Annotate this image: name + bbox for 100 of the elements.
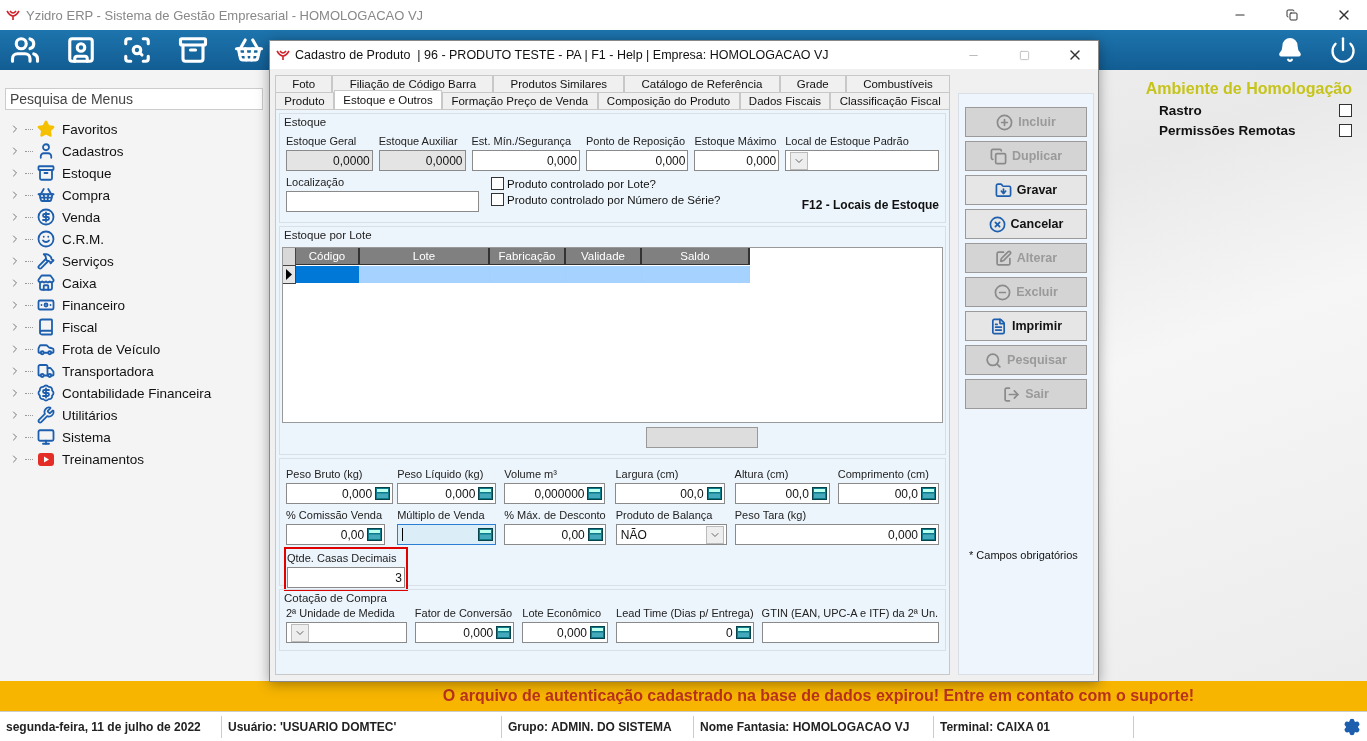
menu-item[interactable]: Venda (62, 209, 101, 225)
tab[interactable]: Formação Preço de Venda (442, 92, 598, 109)
input-field[interactable]: 0,000 (734, 524, 939, 545)
bell-icon[interactable] (1277, 37, 1303, 63)
tab[interactable]: Estoque e Outros (333, 90, 443, 109)
input-field[interactable]: 0,000 (397, 483, 497, 504)
basket-icon[interactable] (234, 35, 264, 65)
menu-item[interactable]: Serviços (62, 253, 114, 269)
search-field[interactable]: Pesquisa de Menus (5, 88, 263, 110)
tab[interactable]: Produto (275, 92, 334, 109)
calculator-icon[interactable] (587, 487, 603, 500)
input-field[interactable]: 0,000 (414, 622, 515, 643)
column-header[interactable]: Fabricação (490, 248, 566, 265)
column-header[interactable]: Saldo (642, 248, 750, 265)
dropdown[interactable] (286, 622, 407, 643)
menu-item[interactable]: Sistema (62, 429, 111, 445)
menu-item[interactable]: Frota de Veículo (62, 341, 161, 357)
user-box-icon[interactable] (66, 35, 96, 65)
input-field[interactable] (286, 191, 479, 212)
input-field[interactable]: 0,000 (471, 150, 580, 171)
checkbox[interactable] (1339, 104, 1352, 117)
tab[interactable]: Grade (779, 75, 846, 92)
restore-icon[interactable] (1286, 9, 1298, 21)
checkbox[interactable] (491, 177, 504, 190)
power-icon[interactable] (1329, 36, 1357, 64)
checkbox[interactable] (1339, 124, 1352, 137)
calculator-icon[interactable] (478, 487, 494, 500)
table-cell[interactable] (566, 266, 642, 283)
menu-item[interactable]: Fiscal (62, 319, 98, 335)
calculator-icon[interactable] (921, 528, 936, 541)
input-field[interactable]: 3 (287, 567, 405, 588)
calculator-icon[interactable] (735, 626, 751, 639)
menu-item[interactable]: Transportadora (62, 363, 154, 379)
input-field[interactable]: 0,000 (694, 150, 780, 171)
person-icon (37, 142, 55, 160)
chevron-down-icon[interactable] (790, 151, 809, 170)
input-field[interactable]: 0,00 (286, 524, 386, 545)
column-header[interactable]: Código (296, 248, 360, 265)
menu-item[interactable]: C.R.M. (62, 231, 104, 247)
tab[interactable]: Dados Fiscais (739, 92, 831, 109)
calculator-icon[interactable] (921, 487, 936, 500)
calculator-icon[interactable] (706, 487, 722, 500)
menu-item[interactable]: Contabilidade Financeira (62, 385, 212, 401)
calculator-icon[interactable] (496, 626, 512, 639)
input-field[interactable]: 0,000000 (504, 483, 606, 504)
tab[interactable]: Catálogo de Referência (624, 75, 780, 92)
menu-item[interactable]: Caixa (62, 275, 97, 291)
calculator-icon[interactable] (590, 626, 606, 639)
field-label: Lead Time (Dias p/ Entrega) (616, 606, 754, 620)
column-header[interactable]: Validade (566, 248, 642, 265)
video-play-icon (37, 450, 55, 468)
dropdown[interactable] (785, 150, 939, 171)
table-cell[interactable] (296, 266, 360, 283)
calculator-icon[interactable] (478, 528, 494, 541)
table-cell[interactable] (642, 266, 750, 283)
action-button[interactable]: Gravar (965, 175, 1087, 205)
input-field[interactable] (761, 622, 939, 643)
tab[interactable]: Filiação de Código Barra (332, 75, 494, 92)
menu-item[interactable]: Favoritos (62, 121, 118, 137)
menu-item[interactable]: Cadastros (62, 143, 124, 159)
checkbox[interactable] (491, 193, 504, 206)
chevron-down-icon[interactable] (705, 525, 724, 544)
table-cell[interactable] (360, 266, 490, 283)
calculator-icon[interactable] (587, 528, 603, 541)
calculator-icon[interactable] (375, 487, 391, 500)
chevron-down-icon[interactable] (291, 623, 309, 642)
archive-box-icon[interactable] (178, 35, 208, 65)
menu-item[interactable]: Estoque (62, 165, 112, 181)
row-header[interactable] (283, 266, 296, 284)
input-field[interactable]: 0,0000 (286, 150, 373, 171)
settings-icon[interactable] (1343, 717, 1361, 736)
input-field[interactable]: 0,00 (504, 524, 606, 545)
input-field[interactable]: 0 (616, 622, 754, 643)
menu-item[interactable]: Financeiro (62, 297, 126, 313)
tab[interactable]: Foto (275, 75, 333, 92)
input-field[interactable]: 00,0 (837, 483, 939, 504)
users-icon[interactable] (10, 35, 40, 65)
action-button[interactable]: Imprimir (965, 311, 1087, 341)
menu-item[interactable]: Compra (62, 187, 110, 203)
input-field[interactable] (397, 524, 497, 545)
input-field[interactable]: 00,0 (734, 483, 830, 504)
input-field[interactable]: 0,000 (286, 483, 394, 504)
calculator-icon[interactable] (811, 487, 827, 500)
field-label: 2ª Unidade de Medida (286, 606, 396, 620)
column-header[interactable]: Lote (360, 248, 490, 265)
input-field[interactable]: 00,0 (615, 483, 725, 504)
input-field[interactable]: 0,000 (522, 622, 609, 643)
tab[interactable]: Produtos Similares (493, 75, 625, 92)
blank-button[interactable] (646, 427, 758, 448)
dropdown[interactable]: NÃO (615, 524, 727, 545)
tab[interactable]: Combustíveis (845, 75, 951, 92)
table-cell[interactable] (490, 266, 566, 283)
input-field[interactable]: 0,000 (585, 150, 689, 171)
tab[interactable]: Composição do Produto (597, 92, 740, 109)
menu-item[interactable]: Utilitários (62, 407, 118, 423)
menu-item[interactable]: Treinamentos (62, 451, 145, 467)
calculator-icon[interactable] (367, 528, 383, 541)
action-button[interactable]: Cancelar (965, 209, 1087, 239)
tab[interactable]: Classificação Fiscal (830, 92, 951, 109)
input-field[interactable]: 0,0000 (378, 150, 466, 171)
